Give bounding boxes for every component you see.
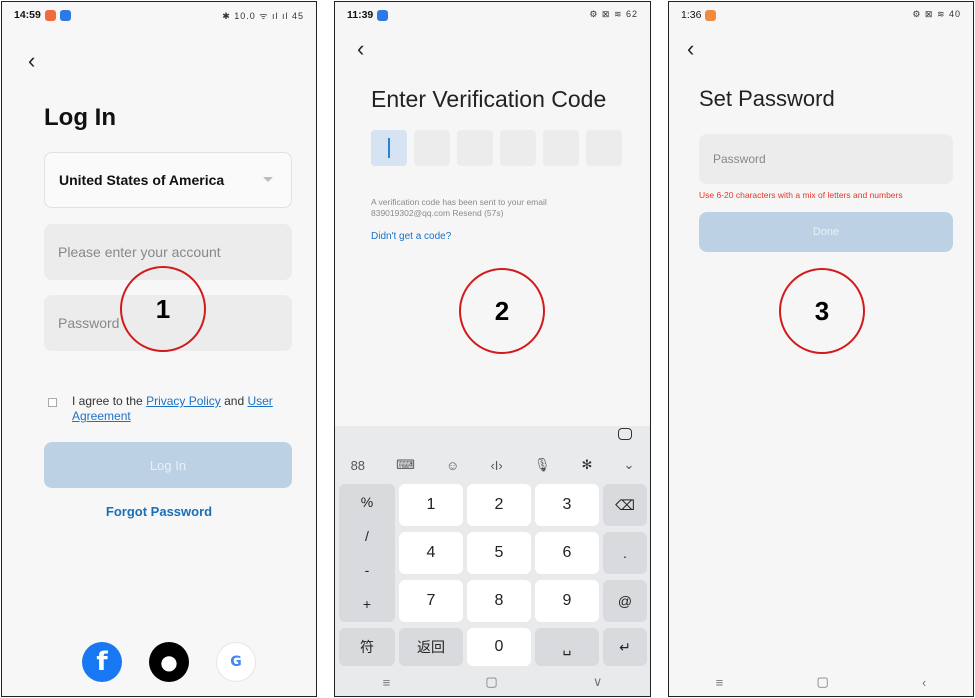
facebook-icon[interactable]: f xyxy=(82,642,122,682)
symbol-key-percent[interactable]: % xyxy=(339,494,395,510)
key-9[interactable]: 9 xyxy=(535,580,599,622)
code-digit-box[interactable] xyxy=(414,130,450,166)
chevron-down-icon[interactable]: ∨ xyxy=(593,674,603,690)
code-sent-line2: 839019302@qq.com Resend (57s) xyxy=(371,208,504,218)
key-3[interactable]: 3 xyxy=(535,484,599,526)
key-5[interactable]: 5 xyxy=(467,532,531,574)
return-key[interactable]: 返回 xyxy=(399,628,463,666)
symbol-column[interactable]: % / - + xyxy=(339,484,395,622)
key-1[interactable]: 1 xyxy=(399,484,463,526)
home-icon[interactable]: ▢ xyxy=(485,674,497,690)
key-6[interactable]: 6 xyxy=(535,532,599,574)
key-8[interactable]: 8 xyxy=(467,580,531,622)
country-select[interactable]: United States of America xyxy=(44,152,292,208)
status-indicators: ⚙ ⊠ ≋ 62 xyxy=(589,9,638,19)
key-0[interactable]: 0 xyxy=(467,628,531,666)
text-cursor xyxy=(388,138,390,158)
status-bar: 11:39 ⚙ ⊠ ≋ 62 xyxy=(335,2,650,28)
status-time: 11:39 xyxy=(347,9,374,21)
verification-screen: 11:39 ⚙ ⊠ ≋ 62 ‹ Enter Verification Code… xyxy=(334,1,651,697)
step-badge: 3 xyxy=(779,268,865,354)
back-nav-icon[interactable]: ‹ xyxy=(922,675,926,690)
chevron-down-icon xyxy=(263,177,273,182)
key-7[interactable]: 7 xyxy=(399,580,463,622)
code-digit-box[interactable] xyxy=(500,130,536,166)
step-badge: 2 xyxy=(459,268,545,354)
back-button[interactable]: ‹ xyxy=(687,38,694,60)
code-sent-line1: A verification code has been sent to you… xyxy=(371,197,547,207)
password-input[interactable]: Password xyxy=(699,134,953,184)
apps-grid-icon[interactable]: 88 xyxy=(351,458,365,473)
agree-and: and xyxy=(224,394,245,408)
back-button[interactable]: ‹ xyxy=(357,38,364,60)
microphone-icon[interactable]: 🎙 xyxy=(534,457,551,473)
status-bar: 14:59 ✱ 10.0 ᯤ ıl ıl 45 xyxy=(2,2,316,28)
agree-text: I agree to the Privacy Policy and User A… xyxy=(72,394,292,424)
step-badge: 1 xyxy=(120,266,206,352)
account-placeholder: Please enter your account xyxy=(58,244,221,260)
done-button[interactable]: Done xyxy=(699,212,953,252)
symbol-key-minus[interactable]: - xyxy=(339,562,395,578)
app-notification-icon xyxy=(705,9,717,21)
backspace-key[interactable]: ⌫ xyxy=(603,484,647,526)
cursor-move-icon[interactable]: ‹I› xyxy=(490,458,502,473)
password-placeholder: Password xyxy=(713,152,766,166)
emoji-icon[interactable]: ☺ xyxy=(446,458,459,473)
code-sent-info: A verification code has been sent to you… xyxy=(371,197,547,219)
password-hint: Use 6-20 characters with a mix of letter… xyxy=(699,190,903,200)
menu-icon[interactable]: ≡ xyxy=(383,675,391,690)
agree-checkbox[interactable] xyxy=(48,398,57,407)
status-bar: 1:36 ⚙ ⊠ ≋ 40 xyxy=(669,2,973,28)
keyboard-icon[interactable]: ⌨ xyxy=(396,457,415,473)
home-icon[interactable]: ▢ xyxy=(816,674,828,690)
code-digit-box[interactable] xyxy=(371,130,407,166)
symbol-mode-key[interactable]: 符 xyxy=(339,628,395,666)
page-title: Set Password xyxy=(699,86,835,111)
google-icon[interactable]: G xyxy=(216,642,256,682)
collapse-keyboard-icon[interactable]: ⌄ xyxy=(624,457,635,473)
resend-code-link[interactable]: Didn't get a code? xyxy=(371,231,451,242)
country-select-value: United States of America xyxy=(59,172,225,188)
robot-icon[interactable] xyxy=(618,428,632,440)
back-button[interactable]: ‹ xyxy=(28,50,35,72)
dot-key[interactable]: . xyxy=(603,532,647,574)
forgot-password-link[interactable]: Forgot Password xyxy=(2,504,316,519)
login-button[interactable]: Log In xyxy=(44,442,292,488)
key-4[interactable]: 4 xyxy=(399,532,463,574)
key-2[interactable]: 2 xyxy=(467,484,531,526)
page-title: Enter Verification Code xyxy=(371,86,607,112)
privacy-policy-link[interactable]: Privacy Policy xyxy=(146,394,221,408)
login-screen: 14:59 ✱ 10.0 ᯤ ıl ıl 45 ‹ Log In United … xyxy=(1,1,317,697)
enter-key[interactable]: ↵ xyxy=(603,628,647,666)
space-key[interactable]: ␣ xyxy=(535,628,599,666)
at-key[interactable]: @ xyxy=(603,580,647,622)
system-nav-bar: ≡ ▢ ‹ xyxy=(669,668,973,696)
password-placeholder: Password xyxy=(58,315,120,331)
status-indicators: ⚙ ⊠ ≋ 40 xyxy=(912,9,961,19)
status-time: 14:59 xyxy=(14,9,41,21)
menu-icon[interactable]: ≡ xyxy=(716,675,724,690)
system-nav-bar: ≡ ▢ ∨ xyxy=(335,668,650,696)
status-time: 1:36 xyxy=(681,9,702,21)
code-digit-box[interactable] xyxy=(457,130,493,166)
page-title: Log In xyxy=(44,104,116,131)
keyboard-toolbar: 88 ⌨ ☺ ‹I› 🎙 ✻ ⌄ xyxy=(335,450,650,480)
code-digit-box[interactable] xyxy=(543,130,579,166)
set-password-screen: 1:36 ⚙ ⊠ ≋ 40 ‹ Set Password Password Us… xyxy=(668,1,974,697)
app-notification-icon xyxy=(59,9,71,21)
apple-icon[interactable]: ● xyxy=(149,642,189,682)
agree-prefix: I agree to the xyxy=(72,394,143,408)
skin-icon[interactable]: ✻ xyxy=(582,457,593,473)
app-notification-icon xyxy=(44,9,56,21)
symbol-key-plus[interactable]: + xyxy=(339,596,395,612)
symbol-key-slash[interactable]: / xyxy=(339,528,395,544)
app-notification-icon xyxy=(377,9,389,21)
code-digit-box[interactable] xyxy=(586,130,622,166)
status-indicators: ✱ 10.0 ᯤ ıl ıl 45 xyxy=(222,11,304,21)
